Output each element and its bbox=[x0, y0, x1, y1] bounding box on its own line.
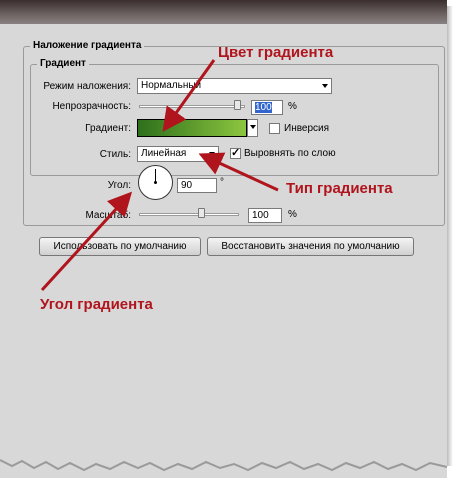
annotation-gradient-angle: Угол градиента bbox=[40, 296, 153, 313]
torn-edge bbox=[0, 450, 448, 472]
annotation-gradient-type: Тип градиента bbox=[286, 180, 393, 197]
arrow-to-gradient-swatch bbox=[162, 59, 216, 132]
annotation-arrows bbox=[40, 59, 279, 292]
annotation-gradient-color: Цвет градиента bbox=[218, 44, 334, 61]
arrow-to-style-select bbox=[198, 152, 279, 192]
arrow-to-angle-dial bbox=[40, 191, 133, 292]
